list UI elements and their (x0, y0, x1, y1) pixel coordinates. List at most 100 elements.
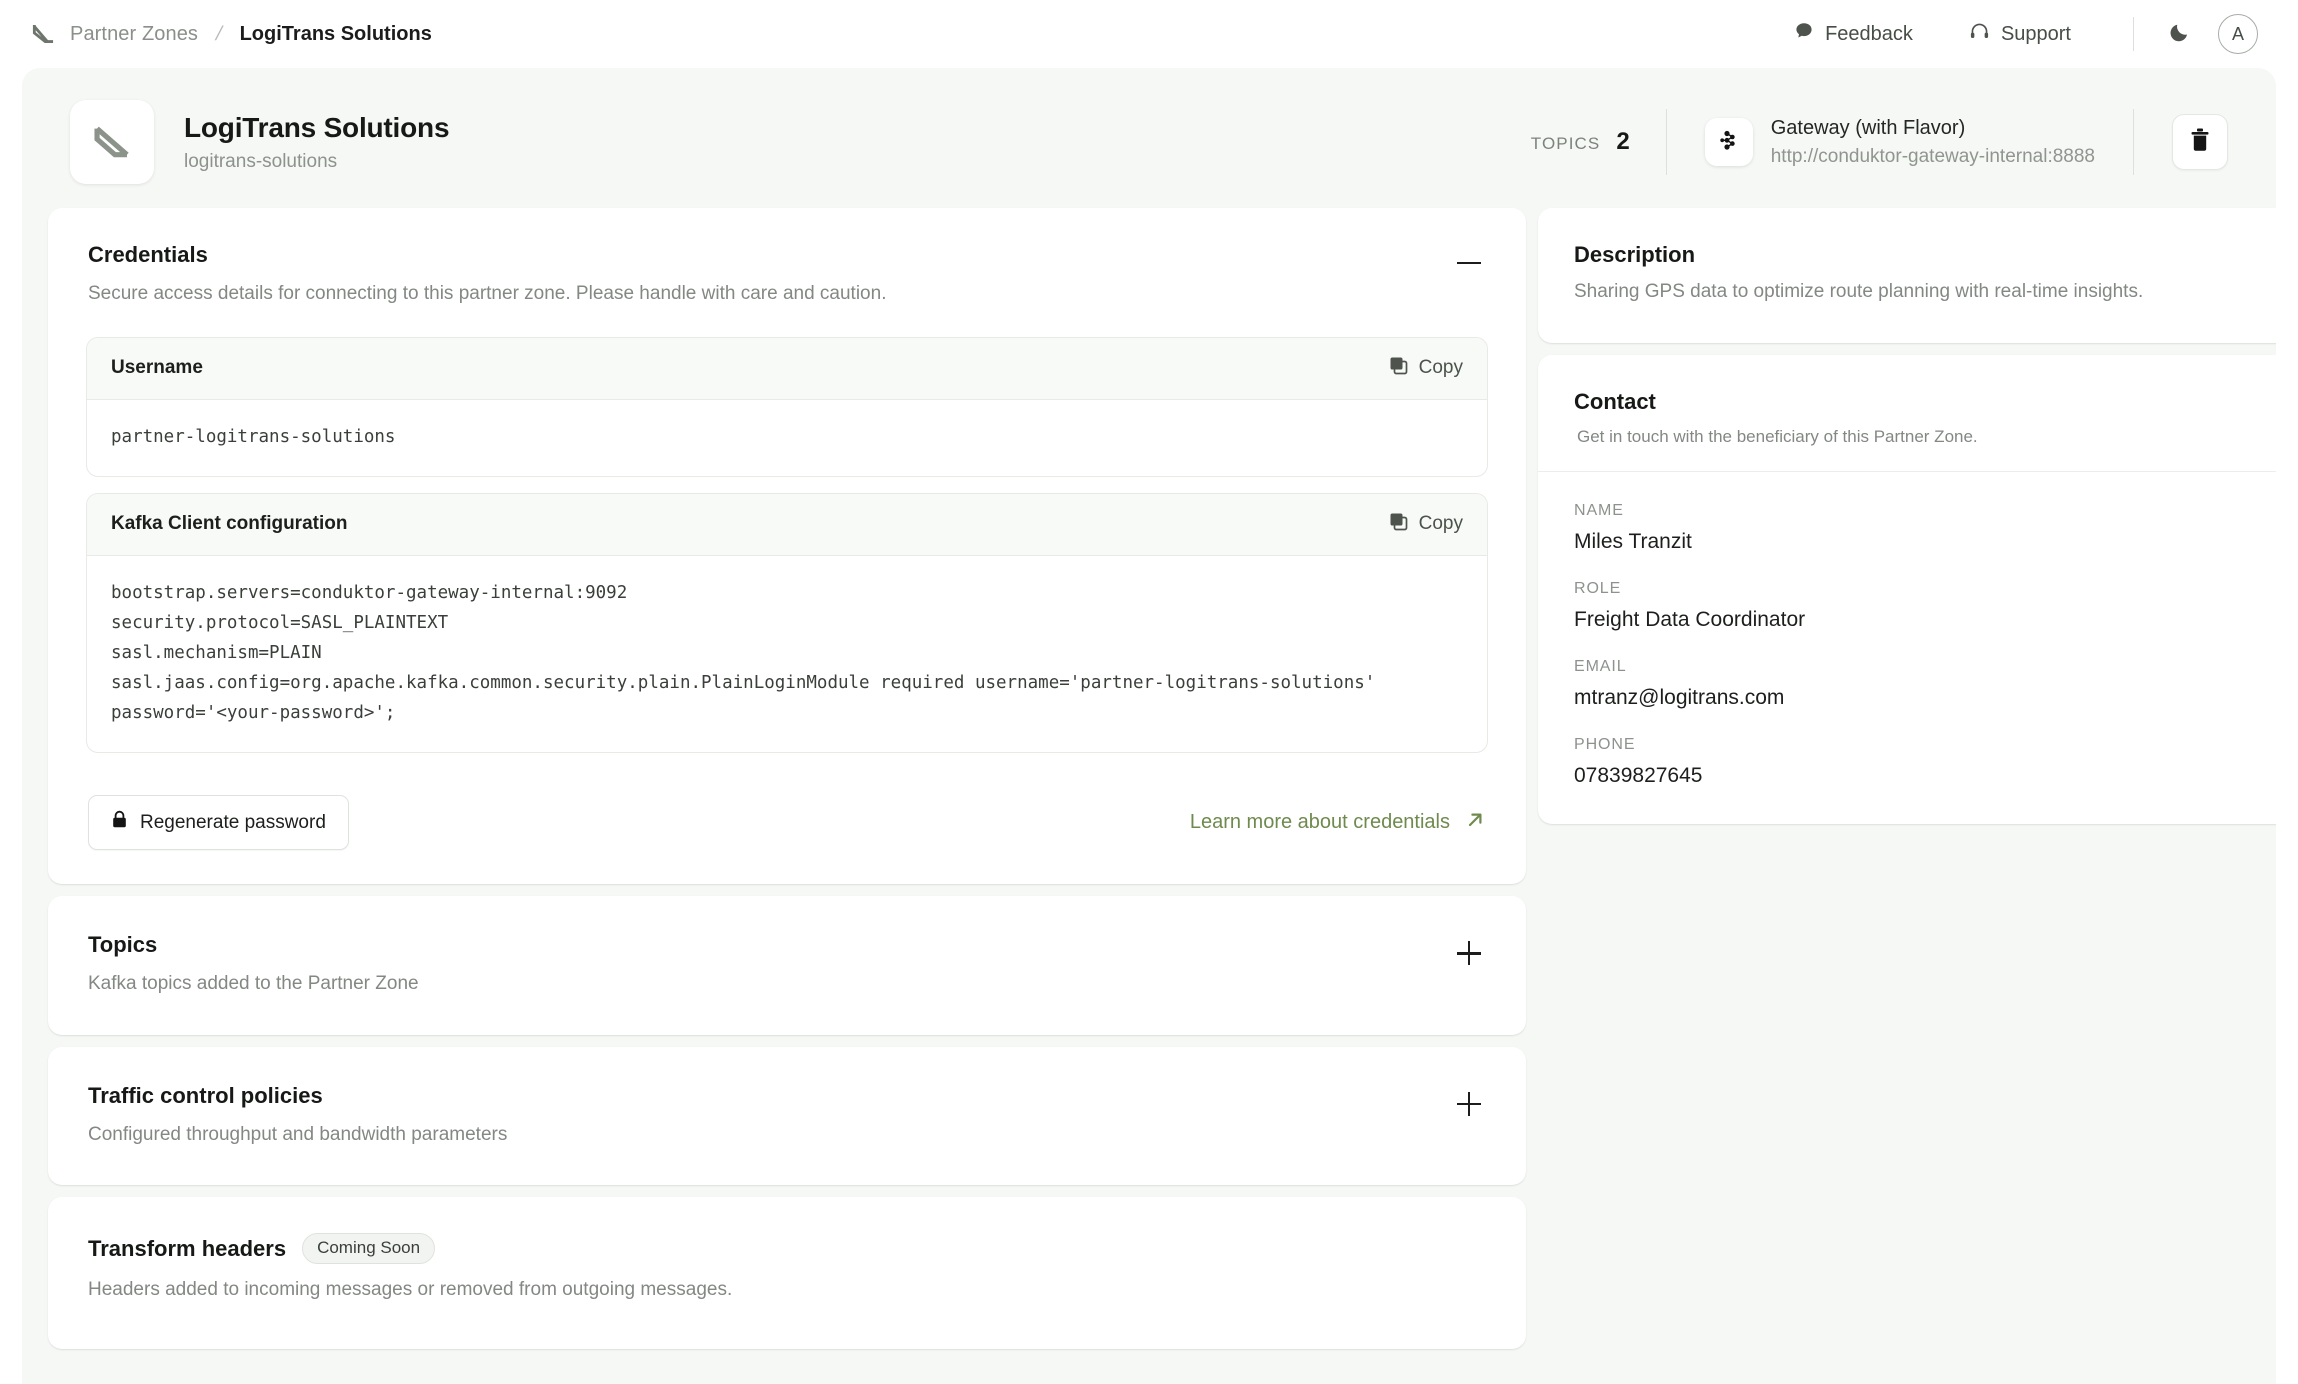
content-grid: Credentials Secure access details for co… (48, 208, 2276, 1361)
support-button[interactable]: Support (1941, 21, 2099, 48)
contact-field-label: ROLE (1574, 580, 1622, 597)
kafka-config-box: Kafka Client configuration Copy bootstra… (86, 492, 1488, 754)
credentials-footer: Regenerate password Learn more about cre… (48, 769, 1526, 884)
contact-field-value: Miles Tranzit (1574, 530, 1692, 553)
page-header-right: TOPICS 2 Gateway (with Flavor) http://co… (1531, 109, 2228, 175)
page-header: LogiTrans Solutions logitrans-solutions … (48, 90, 2250, 208)
copy-label: Copy (1418, 513, 1463, 535)
contact-field-label: PHONE (1574, 736, 1636, 753)
external-link-arrow-icon (1464, 809, 1486, 837)
conduktor-logo-icon[interactable] (30, 21, 56, 47)
topics-subtitle: Kafka topics added to the Partner Zone (88, 973, 419, 995)
plus-bar-vertical (1468, 1091, 1471, 1116)
breadcrumb-partner-zones[interactable]: Partner Zones (70, 23, 198, 46)
contact-field-email: EMAIL mtranz@logitrans.com (1574, 658, 2258, 710)
traffic-control-title: Traffic control policies (88, 1082, 323, 1108)
username-value: partner-logitrans-solutions (111, 426, 396, 447)
copy-label: Copy (1418, 357, 1463, 379)
contact-field-label: EMAIL (1574, 658, 1627, 675)
kafka-config-label: Kafka Client configuration (111, 513, 348, 535)
coming-soon-badge: Coming Soon (302, 1233, 436, 1265)
transform-headers-header: Transform headers Coming Soon Headers ad… (48, 1197, 1526, 1349)
topics-stat-label: TOPICS (1530, 134, 1601, 153)
feedback-button[interactable]: Feedback (1766, 21, 1941, 47)
topics-title-block: Topics Kafka topics added to the Partner… (88, 932, 1452, 997)
contact-field-name: NAME Miles Tranzit (1574, 502, 2258, 554)
chat-bubble-icon (1794, 21, 1814, 47)
username-box-header: Username Copy (87, 337, 1487, 400)
kafka-config-value: bootstrap.servers=conduktor-gateway-inte… (111, 582, 1376, 724)
feedback-label: Feedback (1825, 22, 1913, 45)
description-title: Description (1574, 242, 1696, 267)
top-bar: Partner Zones / LogiTrans Solutions Feed… (0, 0, 2298, 68)
contact-fields: NAME Miles Tranzit ROLE Freight Data Coo… (1538, 472, 2276, 824)
top-bar-divider (2133, 17, 2134, 51)
transform-headers-title-block: Transform headers Coming Soon Headers ad… (88, 1233, 1486, 1303)
transform-headers-subtitle: Headers added to incoming messages or re… (88, 1279, 733, 1301)
credentials-subtitle: Secure access details for connecting to … (88, 283, 887, 304)
credentials-title-block: Credentials Secure access details for co… (88, 242, 1452, 307)
breadcrumb: Partner Zones / LogiTrans Solutions (30, 21, 432, 47)
contact-header: Contact Get in touch with the beneficiar… (1538, 355, 2276, 471)
delete-partner-zone-button[interactable] (2172, 114, 2228, 170)
lock-icon (111, 810, 128, 835)
avatar[interactable]: A (2218, 14, 2258, 54)
avatar-initial: A (2231, 23, 2244, 44)
gateway-info[interactable]: Gateway (with Flavor) http://conduktor-g… (1667, 117, 2133, 168)
copy-username-button[interactable]: Copy (1388, 355, 1463, 382)
moon-icon (2168, 20, 2192, 49)
regenerate-password-label: Regenerate password (140, 811, 326, 833)
partner-zone-logo (70, 100, 154, 184)
topics-stat-value: 2 (1616, 128, 1630, 155)
support-label: Support (2000, 22, 2071, 45)
topics-card[interactable]: Topics Kafka topics added to the Partner… (48, 896, 1526, 1035)
page-title-block: LogiTrans Solutions logitrans-solutions (184, 111, 450, 173)
expand-plus-icon[interactable] (1452, 1087, 1486, 1121)
left-column: Credentials Secure access details for co… (48, 208, 1526, 1361)
learn-more-credentials-link[interactable]: Learn more about credentials (1190, 809, 1486, 837)
minus-bar (1457, 262, 1481, 265)
description-text: Sharing GPS data to optimize route plann… (1574, 281, 2144, 302)
traffic-control-policies-card[interactable]: Traffic control policies Configured thro… (48, 1046, 1526, 1186)
kafka-config-box-header: Kafka Client configuration Copy (87, 493, 1487, 556)
copy-kafka-config-button[interactable]: Copy (1388, 511, 1463, 538)
headset-icon (1969, 21, 1990, 48)
contact-field-phone: PHONE 07839827645 (1574, 736, 2258, 788)
page-title: LogiTrans Solutions (184, 111, 450, 143)
contact-field-value: 07839827645 (1574, 764, 1703, 787)
topics-header[interactable]: Topics Kafka topics added to the Partner… (48, 896, 1526, 1035)
credentials-card: Credentials Secure access details for co… (48, 208, 1526, 885)
transform-headers-title: Transform headers (88, 1235, 287, 1261)
credentials-body: Username Copy partner-logitrans-solution… (48, 336, 1526, 754)
page-slug: logitrans-solutions (184, 150, 338, 172)
traffic-control-header[interactable]: Traffic control policies Configured thro… (48, 1047, 1526, 1186)
description-card: Description Sharing GPS data to optimize… (1538, 208, 2276, 343)
topics-title: Topics (88, 932, 158, 958)
traffic-control-subtitle: Configured throughput and bandwidth para… (88, 1123, 508, 1145)
credentials-title: Credentials (88, 242, 208, 267)
gateway-icon[interactable] (1704, 118, 1753, 166)
description-header: Description Sharing GPS data to optimize… (1538, 208, 2276, 343)
right-column: Description Sharing GPS data to optimize… (1538, 208, 2276, 836)
gateway-text-block: Gateway (with Flavor) http://conduktor-g… (1771, 117, 2095, 168)
breadcrumb-separator: / (213, 22, 225, 45)
contact-title: Contact (1574, 389, 1656, 414)
contact-field-role: ROLE Freight Data Coordinator (1574, 580, 2258, 632)
transform-headers-title-row: Transform headers Coming Soon (88, 1233, 1486, 1265)
topics-stat: TOPICS 2 (1531, 128, 1666, 156)
page-shell: LogiTrans Solutions logitrans-solutions … (22, 68, 2276, 1384)
header-divider-2 (2133, 109, 2134, 175)
credentials-header[interactable]: Credentials Secure access details for co… (48, 208, 1526, 337)
regenerate-password-button[interactable]: Regenerate password (88, 795, 349, 851)
contact-field-label: NAME (1574, 502, 1624, 519)
contact-card: Contact Get in touch with the beneficiar… (1538, 355, 2276, 824)
breadcrumb-current: LogiTrans Solutions (239, 22, 432, 45)
username-box: Username Copy partner-logitrans-solution… (86, 336, 1488, 477)
gateway-url: http://conduktor-gateway-internal:8888 (1770, 145, 2095, 167)
collapse-minus-icon[interactable] (1452, 246, 1486, 280)
trash-icon (2188, 127, 2212, 158)
expand-plus-icon[interactable] (1452, 936, 1486, 970)
transform-headers-card: Transform headers Coming Soon Headers ad… (48, 1197, 1526, 1350)
top-bar-actions: Feedback Support A (1766, 14, 2258, 54)
theme-toggle-button[interactable] (2160, 14, 2200, 54)
